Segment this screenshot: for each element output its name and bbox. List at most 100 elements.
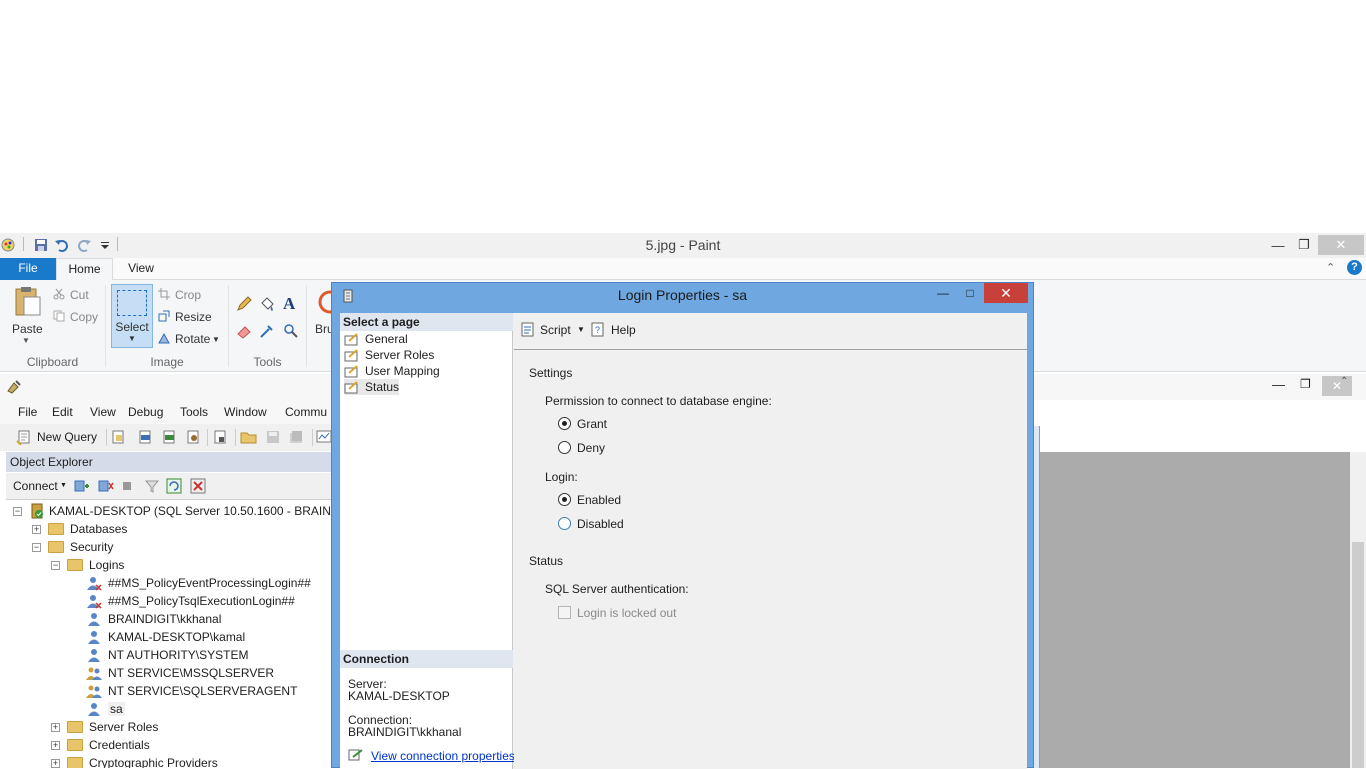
save-all-icon[interactable]: [288, 429, 304, 445]
close-button[interactable]: ✕: [1318, 235, 1364, 255]
pencil-icon[interactable]: [236, 296, 252, 312]
collapse-icon[interactable]: −: [13, 506, 22, 516]
expand-icon[interactable]: +: [32, 524, 41, 534]
script-dropdown-icon[interactable]: ▼: [577, 325, 585, 334]
analysis-mdx-query-icon[interactable]: [137, 429, 153, 445]
locked-out-checkbox[interactable]: [558, 606, 571, 619]
dialog-maximize-button[interactable]: □: [957, 283, 983, 303]
crop-icon[interactable]: [158, 288, 170, 300]
login-item[interactable]: BRAINDIGIT\kkhanal: [86, 610, 221, 628]
grant-label[interactable]: Grant: [577, 417, 607, 431]
brushes-icon[interactable]: [318, 288, 332, 316]
resize-icon[interactable]: [158, 310, 170, 322]
enabled-radio[interactable]: [558, 493, 571, 506]
script-icon[interactable]: [520, 321, 536, 337]
connect-dropdown-icon[interactable]: ▼: [60, 482, 67, 489]
menu-edit[interactable]: Edit: [52, 405, 73, 419]
new-query-icon[interactable]: [16, 429, 32, 445]
login-item[interactable]: NT SERVICE\MSSQLSERVER: [86, 664, 274, 682]
rotate-dropdown-icon[interactable]: ▼: [212, 335, 220, 344]
ssms-restore-button[interactable]: ❐: [1300, 377, 1311, 391]
ssms-app-icon[interactable]: [6, 379, 22, 395]
menu-view[interactable]: View: [90, 405, 116, 419]
help-button[interactable]: Help: [611, 323, 636, 337]
cut-icon[interactable]: [53, 288, 65, 300]
tab-view[interactable]: View: [113, 258, 169, 280]
color-picker-icon[interactable]: [259, 323, 275, 339]
deny-label[interactable]: Deny: [577, 441, 605, 455]
databases-node[interactable]: + Databases: [32, 520, 127, 538]
vertical-scrollbar[interactable]: [1350, 452, 1366, 768]
stop-icon[interactable]: [123, 482, 131, 490]
view-connection-properties-link[interactable]: View connection properties: [371, 749, 515, 763]
tab-home[interactable]: Home: [56, 258, 113, 281]
disabled-label[interactable]: Disabled: [577, 517, 624, 531]
activity-monitor-icon[interactable]: [316, 429, 332, 445]
save-file-icon[interactable]: [265, 429, 281, 445]
paste-icon[interactable]: [10, 285, 44, 319]
sql-compact-query-icon[interactable]: [212, 429, 228, 445]
open-file-icon[interactable]: [240, 429, 258, 445]
server-roles-node[interactable]: + Server Roles: [51, 718, 158, 736]
menu-community[interactable]: Commu: [285, 405, 327, 419]
rotate-label[interactable]: Rotate: [175, 332, 210, 346]
fill-icon[interactable]: [259, 296, 275, 312]
menu-file[interactable]: File: [18, 405, 37, 419]
dialog-close-button[interactable]: ✕: [984, 283, 1028, 303]
script-button[interactable]: Script: [540, 323, 571, 337]
crop-label[interactable]: Crop: [175, 288, 201, 302]
cut-label[interactable]: Cut: [70, 288, 89, 302]
help-book-icon[interactable]: ?: [590, 321, 606, 337]
copy-icon[interactable]: [53, 310, 65, 322]
enabled-label[interactable]: Enabled: [577, 493, 621, 507]
expand-icon[interactable]: +: [51, 722, 60, 732]
disconnect-icon[interactable]: [98, 478, 114, 494]
page-user-mapping[interactable]: User Mapping: [344, 363, 440, 379]
expand-icon[interactable]: +: [51, 758, 60, 768]
select-button[interactable]: Select ▼: [111, 284, 153, 348]
text-icon[interactable]: A: [283, 294, 295, 314]
restore-button[interactable]: ❐: [1291, 235, 1317, 255]
filter-icon[interactable]: [144, 478, 160, 494]
security-node[interactable]: − Security: [32, 538, 113, 556]
menu-tools[interactable]: Tools: [180, 405, 208, 419]
paste-dropdown-icon[interactable]: ▼: [22, 336, 30, 345]
collapse-ribbon-icon[interactable]: ⌃: [1326, 261, 1335, 274]
resize-label[interactable]: Resize: [175, 310, 212, 324]
dialog-minimize-button[interactable]: —: [930, 283, 956, 303]
menu-debug[interactable]: Debug: [128, 405, 163, 419]
refresh-icon[interactable]: [166, 478, 182, 494]
login-item[interactable]: KAMAL-DESKTOP\kamal: [86, 628, 245, 646]
new-query-button[interactable]: New Query: [37, 430, 97, 444]
expand-icon[interactable]: +: [51, 740, 60, 750]
scrollbar-thumb[interactable]: [1352, 542, 1364, 768]
ssms-menu-collapse-icon[interactable]: ⌃: [1340, 376, 1348, 387]
collapse-icon[interactable]: −: [51, 560, 60, 570]
login-item-selected[interactable]: sa: [86, 700, 125, 718]
grant-radio[interactable]: [558, 417, 571, 430]
page-status-selected[interactable]: Status: [344, 379, 400, 395]
login-item[interactable]: ##MS_PolicyEventProcessingLogin##: [86, 574, 311, 592]
page-server-roles[interactable]: Server Roles: [344, 347, 434, 363]
collapse-icon[interactable]: −: [32, 542, 41, 552]
copy-label[interactable]: Copy: [70, 310, 98, 324]
rotate-icon[interactable]: [158, 332, 170, 344]
eraser-icon[interactable]: [236, 323, 252, 339]
logins-node[interactable]: − Logins: [51, 556, 124, 574]
menu-window[interactable]: Window: [224, 405, 267, 419]
paste-label[interactable]: Paste: [12, 322, 43, 336]
page-general[interactable]: General: [344, 331, 408, 347]
disabled-radio[interactable]: [558, 517, 571, 530]
stop-filter-icon[interactable]: [190, 478, 206, 494]
credentials-node[interactable]: + Credentials: [51, 736, 150, 754]
deny-radio[interactable]: [558, 441, 571, 454]
login-item[interactable]: ##MS_PolicyTsqlExecutionLogin##: [86, 592, 295, 610]
connect-button[interactable]: Connect: [13, 479, 58, 493]
database-engine-query-icon[interactable]: [110, 429, 126, 445]
magnifier-icon[interactable]: [283, 323, 299, 339]
analysis-dmx-query-icon[interactable]: [161, 429, 177, 445]
help-icon[interactable]: ?: [1347, 260, 1362, 275]
ssms-minimize-button[interactable]: —: [1272, 377, 1285, 392]
analysis-xmla-query-icon[interactable]: [185, 429, 201, 445]
login-item[interactable]: NT AUTHORITY\SYSTEM: [86, 646, 248, 664]
